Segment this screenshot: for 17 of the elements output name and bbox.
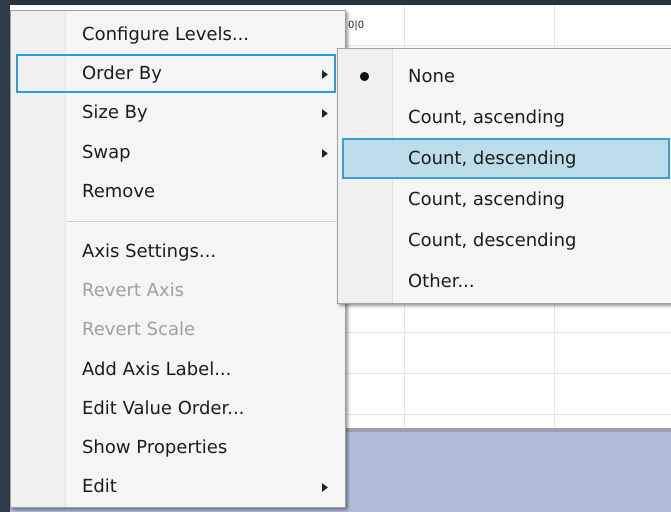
cell-text: 0|0: [348, 20, 364, 31]
menu-item[interactable]: Size By: [16, 93, 336, 133]
menu-item[interactable]: Remove: [16, 172, 336, 211]
menu-item[interactable]: Edit: [16, 467, 336, 506]
menu-item[interactable]: Edit Value Order...: [16, 388, 336, 428]
menu-item[interactable]: Swap: [16, 132, 336, 172]
menu-item[interactable]: Count, descending: [342, 138, 670, 179]
menu-item[interactable]: Configure Levels...: [16, 15, 336, 54]
menu-item[interactable]: Axis Settings...: [16, 232, 336, 272]
menu-item[interactable]: None: [342, 56, 670, 97]
menu-item[interactable]: Other...: [342, 261, 670, 302]
menu-item[interactable]: Order By: [16, 54, 336, 94]
menu-item[interactable]: Show Properties: [16, 428, 336, 468]
menu-item[interactable]: Add Axis Label...: [16, 350, 336, 389]
menu-item[interactable]: Count, descending: [342, 220, 670, 261]
menu-item[interactable]: Count, ascending: [342, 179, 670, 220]
menu-item[interactable]: Count, ascending: [342, 97, 670, 138]
